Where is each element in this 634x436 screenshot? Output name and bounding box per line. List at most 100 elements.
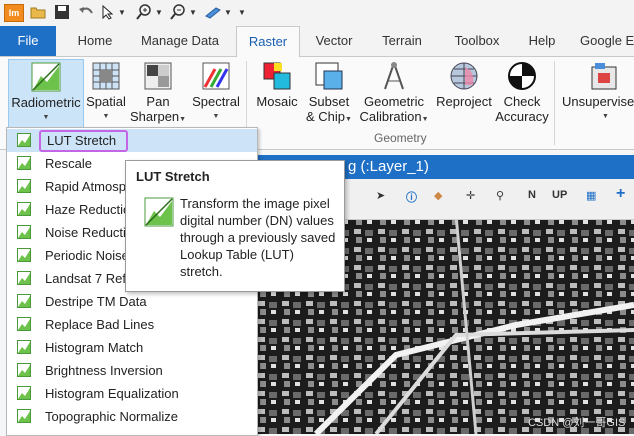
crosshair-icon[interactable]: ✛ bbox=[466, 189, 475, 202]
check-accuracy-icon bbox=[507, 61, 537, 91]
select-arrow-icon[interactable]: ➤ bbox=[376, 189, 385, 202]
subset-chip-icon bbox=[314, 61, 344, 91]
spatial-button[interactable]: Spatial ▼ bbox=[84, 59, 128, 124]
save-icon[interactable] bbox=[54, 4, 70, 20]
menu-item-label: Rescale bbox=[45, 156, 92, 171]
check-accuracy-label-1: Check bbox=[503, 94, 541, 109]
undo-icon[interactable] bbox=[78, 4, 94, 20]
spectral-icon bbox=[201, 61, 231, 91]
zoom-in-dropdown-icon[interactable]: ▼ bbox=[155, 8, 163, 17]
menu-item-label: Topographic Normalize bbox=[45, 409, 178, 424]
subset-chip-button[interactable]: Subset & Chip▼ bbox=[304, 59, 354, 127]
unsupervised-button[interactable]: Unsupervise ▼ bbox=[562, 59, 634, 124]
menu-item[interactable]: Histogram Match bbox=[7, 336, 257, 359]
tooltip-title: LUT Stretch bbox=[136, 169, 210, 184]
radiometric-tool-icon bbox=[17, 202, 31, 216]
spectral-dropdown-icon: ▼ bbox=[212, 113, 220, 120]
reproject-button[interactable]: Reproject bbox=[434, 59, 494, 109]
radiometric-button[interactable]: Radiometric ▼ bbox=[8, 59, 84, 131]
geometric-calibration-label-1: Geometric bbox=[364, 94, 424, 109]
subset-chip-label-2: & Chip▼ bbox=[306, 109, 352, 124]
radiometric-tool-icon bbox=[17, 363, 31, 377]
mosaic-button[interactable]: Mosaic bbox=[252, 59, 302, 109]
radiometric-tool-icon bbox=[17, 409, 31, 423]
mosaic-label: Mosaic bbox=[256, 94, 298, 109]
watermark: CSDN @刘一哥GIS bbox=[528, 417, 626, 429]
radiometric-tool-icon bbox=[17, 248, 31, 262]
radiometric-tool-icon bbox=[17, 133, 31, 147]
check-accuracy-label-2: Accuracy bbox=[495, 109, 549, 124]
zoom-in-icon[interactable] bbox=[136, 4, 152, 20]
spatial-filter-icon bbox=[91, 61, 121, 91]
add-icon[interactable]: + bbox=[616, 185, 625, 203]
menu-item-label: Brightness Inversion bbox=[45, 363, 163, 378]
zoom-out-icon[interactable] bbox=[170, 4, 186, 20]
pan-sharpen-label-2: Sharpen▼ bbox=[130, 109, 187, 124]
menu-item[interactable]: Destripe TM Data bbox=[7, 290, 257, 313]
radiometric-tool-icon bbox=[17, 340, 31, 354]
reproject-label: Reproject bbox=[436, 94, 492, 109]
select-icon[interactable] bbox=[100, 4, 116, 20]
tab-vector[interactable]: Vector bbox=[308, 26, 360, 56]
info-icon[interactable]: ⓘ bbox=[406, 189, 417, 205]
pan-dropdown-icon[interactable]: ▼ bbox=[224, 8, 232, 17]
zoom-out-dropdown-icon[interactable]: ▼ bbox=[189, 8, 197, 17]
pan-sharpen-icon bbox=[143, 61, 173, 91]
up-button[interactable]: UP bbox=[552, 189, 567, 201]
pan-icon[interactable] bbox=[204, 4, 221, 20]
tooltip: LUT Stretch Transform the image pixel di… bbox=[125, 160, 345, 292]
pan-sharpen-button[interactable]: Pan Sharpen▼ bbox=[130, 59, 186, 127]
radiometric-tool-icon bbox=[17, 294, 31, 308]
zoom-icon[interactable]: ⚲ bbox=[496, 189, 504, 202]
menu-item-label: Replace Bad Lines bbox=[45, 317, 155, 332]
ribbon-group-separator-2 bbox=[554, 61, 555, 145]
tab-home[interactable]: Home bbox=[70, 26, 120, 56]
unsupervised-icon bbox=[590, 61, 620, 91]
menu-item-label: Haze Reductio bbox=[45, 202, 131, 217]
menu-item-label: LUT Stretch bbox=[39, 130, 129, 152]
subset-chip-label-1: Subset bbox=[308, 94, 350, 109]
tooltip-description: Transform the image pixel digital number… bbox=[180, 196, 336, 279]
tab-toolbox[interactable]: Toolbox bbox=[446, 26, 508, 56]
tab-raster[interactable]: Raster bbox=[236, 26, 300, 58]
pan-sharpen-label-1: Pan bbox=[146, 94, 170, 109]
geometric-calibration-button[interactable]: Geometric Calibration▼ bbox=[356, 59, 432, 127]
radiometric-icon bbox=[31, 62, 61, 92]
unsupervised-dropdown-icon: ▼ bbox=[602, 113, 609, 120]
menu-item[interactable]: Brightness Inversion bbox=[7, 359, 257, 382]
menu-item-label: Rapid Atmosp bbox=[45, 179, 126, 194]
menu-item[interactable]: Replace Bad Lines bbox=[7, 313, 257, 336]
menu-item-label: Landsat 7 Refl bbox=[45, 271, 129, 286]
spatial-dropdown-icon: ▼ bbox=[102, 113, 110, 120]
select-dropdown-icon[interactable]: ▼ bbox=[118, 8, 126, 17]
tab-google-earth[interactable]: Google E bbox=[580, 26, 634, 56]
layers-icon[interactable]: ▦ bbox=[586, 189, 596, 202]
menu-item[interactable]: LUT Stretch bbox=[7, 129, 257, 152]
tab-terrain[interactable]: Terrain bbox=[374, 26, 430, 56]
radiometric-label: Radiometric bbox=[11, 95, 81, 110]
quick-access-toolbar: lm ▼ ▼ ▼ ▼ ▼ bbox=[0, 0, 634, 26]
compass-icon bbox=[379, 61, 409, 91]
ribbon-tab-bar: File Home Manage Data Raster Vector Terr… bbox=[0, 26, 634, 58]
spectral-label: Spectral bbox=[192, 94, 240, 109]
radiometric-dropdown-icon: ▼ bbox=[42, 114, 50, 121]
mosaic-icon bbox=[262, 61, 292, 91]
radiometric-tool-icon bbox=[17, 271, 31, 285]
tab-manage-data[interactable]: Manage Data bbox=[134, 26, 226, 56]
north-button[interactable]: N bbox=[528, 189, 536, 201]
reproject-globe-icon bbox=[449, 61, 479, 91]
menu-item-label: Noise Reducti bbox=[45, 225, 126, 240]
tab-file[interactable]: File bbox=[0, 26, 56, 56]
radiometric-tool-icon bbox=[17, 156, 31, 170]
lut-stretch-icon bbox=[144, 197, 174, 227]
spectral-button[interactable]: Spectral ▼ bbox=[190, 59, 242, 124]
customize-icon[interactable]: ▼ bbox=[238, 8, 246, 17]
check-accuracy-button[interactable]: Check Accuracy bbox=[494, 59, 550, 124]
radiometric-tool-icon bbox=[17, 386, 31, 400]
tab-help[interactable]: Help bbox=[522, 26, 562, 56]
menu-item[interactable]: Topographic Normalize bbox=[7, 405, 257, 428]
menu-item[interactable]: Histogram Equalization bbox=[7, 382, 257, 405]
eraser-icon[interactable]: ◆ bbox=[434, 189, 442, 202]
open-icon[interactable] bbox=[30, 4, 46, 20]
menu-item-label: Destripe TM Data bbox=[45, 294, 147, 309]
